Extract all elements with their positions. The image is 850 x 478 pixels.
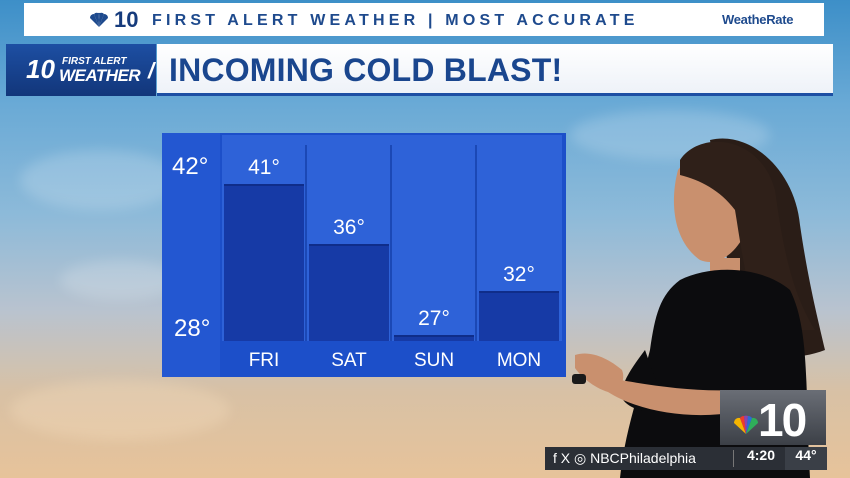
lower-ticker: f X ◎ NBCPhiladelphia 4:20 44° [545,447,827,470]
top-banner: 10 FIRST ALERT WEATHER | MOST ACCURATE W… [24,3,824,36]
temperature-bar-chart: 42° 28° 41° FRI 36° SAT 27° SUN 32° MON [162,133,566,377]
headline-bar: INCOMING COLD BLAST! [157,44,833,96]
y-tick-label-top: 42° [172,153,209,180]
background-cloud [20,150,180,210]
day-label-sun: SUN [413,350,455,371]
value-label-sun: 27° [418,307,450,330]
station-bug: 10 [720,390,826,446]
first-alert-weather-logo: 10 FIRST ALERT WEATHER / [6,44,156,96]
nbc-peacock-color-icon [733,415,759,434]
chart-gridline [390,145,392,341]
ticker-divider [733,450,734,467]
value-label-fri: 41° [248,156,280,180]
day-label-mon: MON [496,350,542,371]
bar-fri [224,184,304,341]
day-label-sat: SAT [331,350,367,371]
chart-gridline [475,145,477,341]
day-label-fri: FRI [248,350,280,371]
y-tick-label-bottom: 28° [174,315,211,342]
bug-number: 10 [758,394,807,446]
logo-line2: WEATHER [59,66,141,85]
background-cloud [10,380,230,440]
bar-mon [479,291,559,341]
bar-sun [394,335,474,341]
channel-number: 10 [114,7,139,32]
value-label-mon: 32° [503,263,535,287]
logo-slash: / [148,58,155,83]
value-label-sat: 36° [333,215,365,239]
current-temperature: 44° [785,447,827,470]
bar-sat [309,243,389,341]
current-time: 4:20 [746,447,776,463]
headline: INCOMING COLD BLAST! [169,52,563,88]
logo-number: 10 [26,54,55,84]
social-handle: f X ◎ NBCPhiladelphia [553,450,696,466]
weatherate-logo: WeatheRate [722,12,794,27]
nbc-peacock-icon [90,12,108,27]
banner-slogan: FIRST ALERT WEATHER | MOST ACCURATE [152,12,639,29]
chart-gridline [305,145,307,341]
